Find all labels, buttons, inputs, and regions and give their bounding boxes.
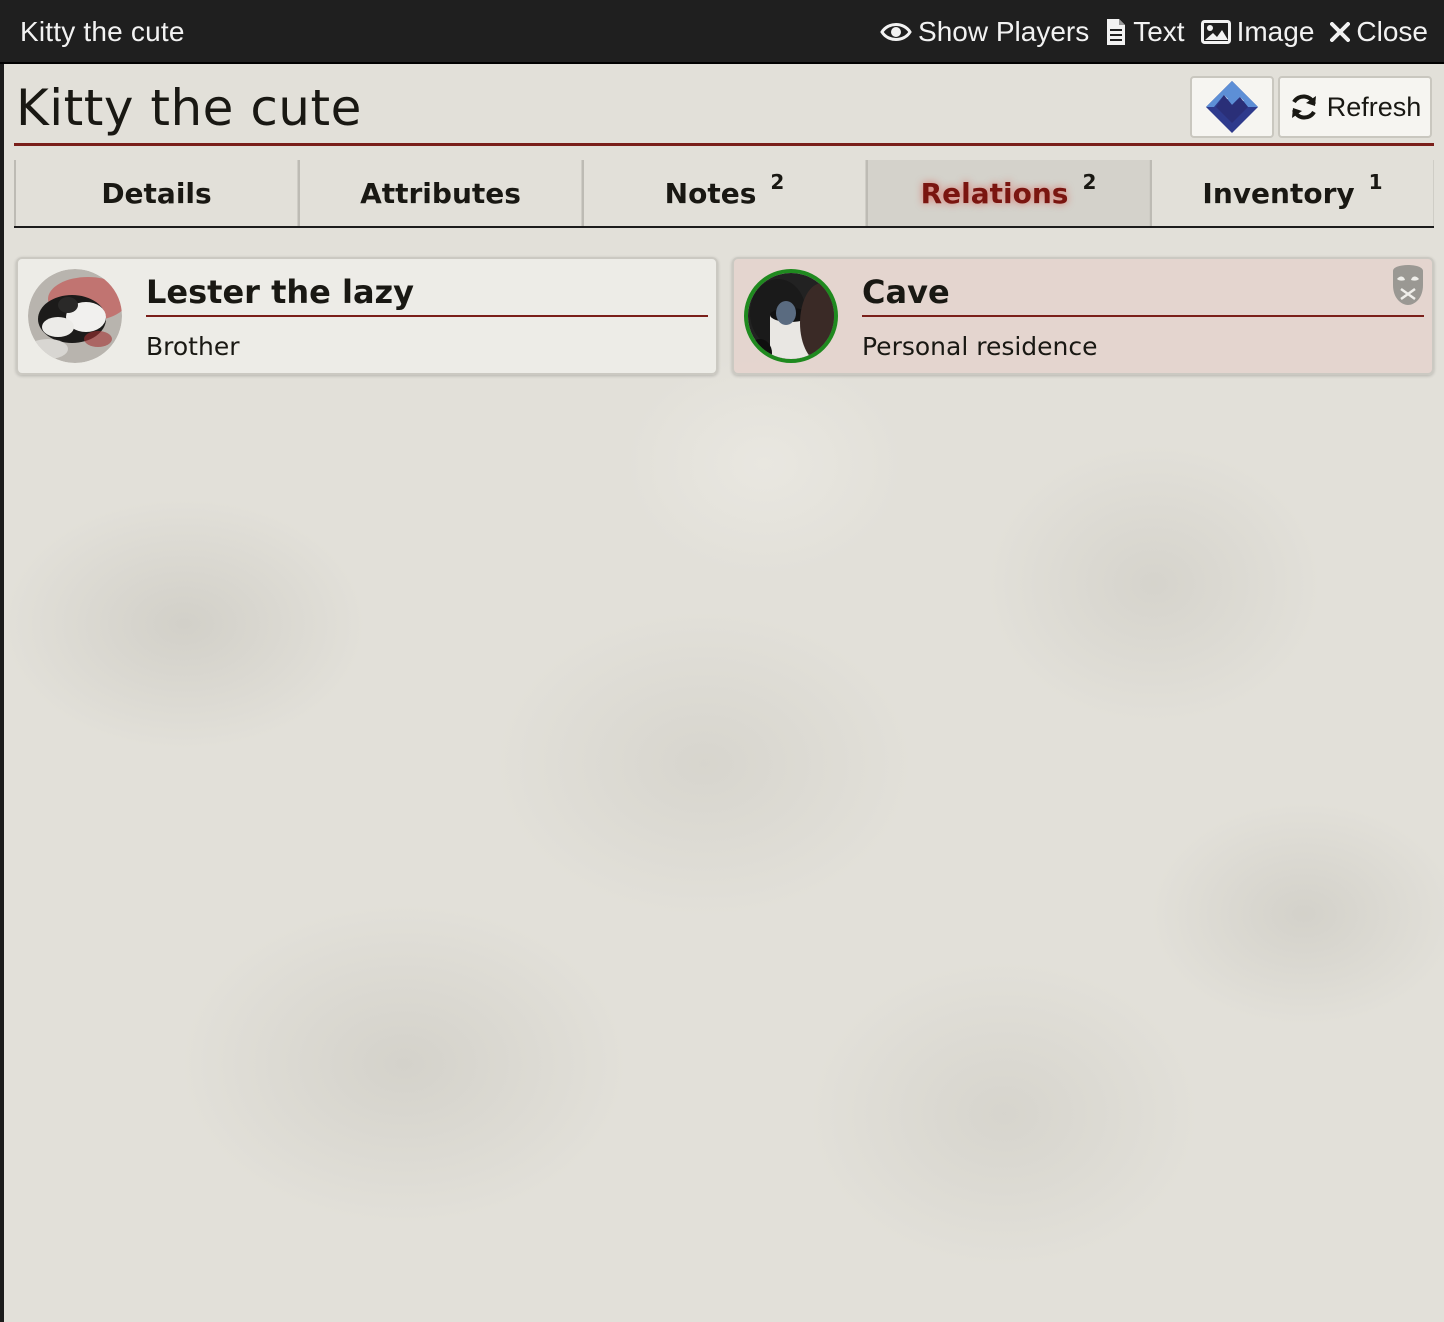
relation-type: Personal residence — [862, 332, 1098, 361]
relation-card[interactable]: Cave Personal residence — [732, 257, 1434, 375]
show-players-label: Show Players — [918, 16, 1090, 47]
tab-notes[interactable]: Notes 2 — [582, 160, 866, 226]
tab-label: Relations — [920, 176, 1069, 210]
relation-name: Lester the lazy — [146, 271, 708, 317]
close-button[interactable]: Close — [1330, 14, 1428, 50]
tab-label: Notes — [664, 176, 757, 210]
text-label: Text — [1133, 16, 1185, 47]
count-badge: 2 — [770, 170, 785, 194]
sheet-content: Kitty the cute Refresh Details Attribute… — [4, 64, 1444, 1322]
eye-icon — [880, 23, 912, 41]
refresh-icon — [1291, 94, 1316, 120]
refresh-label: Refresh — [1326, 91, 1422, 122]
mask-icon[interactable] — [1390, 261, 1426, 307]
tab-inventory[interactable]: Inventory 1 — [1150, 160, 1434, 226]
tab-attributes[interactable]: Attributes — [298, 160, 582, 226]
logo-button[interactable] — [1190, 76, 1274, 138]
count-badge: 2 — [1082, 170, 1097, 194]
window-controls: Show Players Text Image Close — [880, 14, 1428, 50]
relation-card[interactable]: Lester the lazy Brother — [16, 257, 718, 375]
journal-window: Kitty the cute Show Players Text Image C… — [0, 0, 1444, 1322]
image-button[interactable]: Image — [1200, 14, 1315, 50]
count-badge: 1 — [1368, 170, 1383, 194]
tab-label: Details — [101, 176, 212, 210]
tab-bar: Details Attributes Notes 2 Relations 2 I… — [14, 160, 1434, 228]
text-button[interactable]: Text — [1105, 14, 1185, 50]
close-label: Close — [1356, 16, 1428, 47]
document-icon — [1107, 19, 1126, 45]
refresh-button[interactable]: Refresh — [1278, 76, 1432, 138]
image-label: Image — [1236, 16, 1315, 47]
show-players-button[interactable]: Show Players — [880, 14, 1089, 50]
relation-type: Brother — [146, 332, 240, 361]
mountain-diamond-icon — [1206, 81, 1258, 133]
window-title: Kitty the cute — [20, 16, 185, 47]
avatar — [744, 269, 838, 363]
tab-relations[interactable]: Relations 2 — [866, 160, 1150, 226]
relation-name: Cave — [862, 271, 1424, 317]
window-titlebar[interactable]: Kitty the cute Show Players Text Image C… — [0, 0, 1444, 64]
avatar — [28, 269, 122, 363]
page-title: Kitty the cute — [16, 79, 362, 137]
tab-label: Attributes — [360, 176, 521, 210]
tab-details[interactable]: Details — [14, 160, 298, 226]
image-icon — [1200, 20, 1231, 44]
sheet-header: Kitty the cute Refresh — [14, 72, 1434, 146]
tab-label: Inventory — [1202, 176, 1355, 210]
close-icon — [1330, 22, 1351, 42]
